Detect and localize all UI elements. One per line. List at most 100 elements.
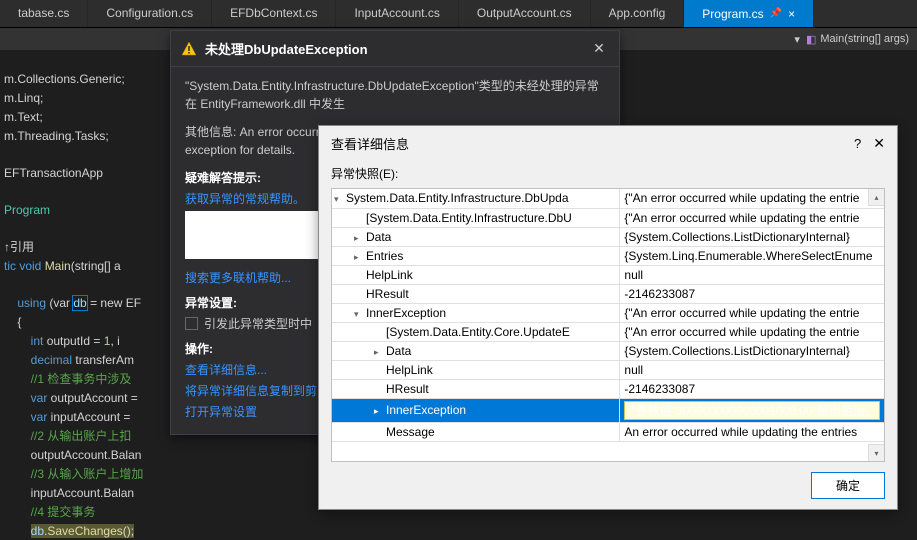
popup-header: 未处理DbUpdateException ✕ bbox=[171, 31, 619, 67]
code-line: decimal transferAm bbox=[4, 353, 134, 367]
tree-cell-name: [System.Data.Entity.Infrastructure.DbU bbox=[332, 208, 620, 227]
tree-cell-value: {"An error occurred while updating the e… bbox=[620, 208, 884, 227]
details-dialog: 查看详细信息 ? ✕ 异常快照(E): ▾System.Data.Entity.… bbox=[318, 125, 898, 510]
chevron-right-icon[interactable]: ▸ bbox=[374, 347, 386, 358]
tree-row[interactable]: ▸Data{System.Collections.ListDictionaryI… bbox=[332, 341, 884, 360]
tab-outputaccount[interactable]: OutputAccount.cs bbox=[459, 0, 591, 27]
breadcrumb-method[interactable]: ◧ Main(string[] args) bbox=[806, 33, 909, 46]
breadcrumb-dropdown[interactable]: ▾ bbox=[794, 33, 800, 46]
code-line: EFTransactionApp bbox=[4, 166, 103, 180]
method-icon: ◧ bbox=[806, 33, 816, 46]
tree-row[interactable]: ▸InnerException{"参数值"300000000000001000.… bbox=[332, 398, 884, 422]
tab-configuration[interactable]: Configuration.cs bbox=[88, 0, 212, 27]
pin-icon[interactable]: 📌 bbox=[770, 8, 782, 19]
code-line: ↑引用 bbox=[4, 240, 34, 254]
details-title-text: 查看详细信息 bbox=[331, 134, 854, 153]
tree-cell-name: HResult bbox=[332, 284, 620, 303]
tree-row[interactable]: MessageAn error occurred while updating … bbox=[332, 422, 884, 441]
code-line: //4 提交事务 bbox=[4, 505, 95, 519]
chevron-down-icon[interactable]: ▾ bbox=[354, 309, 366, 320]
tree-cell-value: {System.Linq.Enumerable.WhereSelectEnume bbox=[620, 246, 884, 265]
tree-cell-name: HelpLink bbox=[332, 360, 620, 379]
exception-tree-table: ▾System.Data.Entity.Infrastructure.DbUpd… bbox=[332, 189, 884, 442]
tree-cell-value: {"An error occurred while updating the e… bbox=[620, 322, 884, 341]
code-line: //3 从输入账户上增加 bbox=[4, 467, 143, 481]
exception-tree: ▾System.Data.Entity.Infrastructure.DbUpd… bbox=[331, 188, 885, 462]
tree-row[interactable]: HelpLinknull bbox=[332, 360, 884, 379]
tree-row[interactable]: [System.Data.Entity.Core.UpdateE{"An err… bbox=[332, 322, 884, 341]
code-line: outputAccount.Balan bbox=[4, 448, 141, 462]
code-line: int outputId = 1, i bbox=[4, 334, 120, 348]
tree-cell-name: ▸Data bbox=[332, 227, 620, 246]
warning-icon bbox=[181, 41, 197, 57]
tree-cell-value: {"An error occurred while updating the e… bbox=[620, 303, 884, 322]
tab-inputaccount[interactable]: InputAccount.cs bbox=[336, 0, 458, 27]
close-icon[interactable]: × bbox=[788, 7, 795, 21]
help-icon[interactable]: ? bbox=[854, 136, 861, 151]
tree-row[interactable]: [System.Data.Entity.Infrastructure.DbU{"… bbox=[332, 208, 884, 227]
tab-program[interactable]: Program.cs 📌 × bbox=[684, 0, 814, 27]
tree-cell-value: {System.Collections.ListDictionaryIntern… bbox=[620, 341, 884, 360]
tree-cell-value: null bbox=[620, 265, 884, 284]
tree-row[interactable]: ▾System.Data.Entity.Infrastructure.DbUpd… bbox=[332, 189, 884, 208]
tree-cell-value: An error occurred while updating the ent… bbox=[620, 422, 884, 441]
tree-cell-value: {"参数值"300000000000001000.00"超出范围。 bbox=[620, 398, 884, 422]
chevron-down-icon[interactable]: ▾ bbox=[334, 194, 346, 205]
tree-cell-name: ▸InnerException bbox=[332, 398, 620, 422]
tree-cell-value: {"An error occurred while updating the e… bbox=[620, 189, 884, 208]
code-line: m.Text; bbox=[4, 110, 43, 124]
tree-row[interactable]: HResult-2146233087 bbox=[332, 284, 884, 303]
tree-cell-name: ▸Entries bbox=[332, 246, 620, 265]
scroll-down-icon[interactable]: ▾ bbox=[868, 444, 884, 461]
code-line: inputAccount.Balan bbox=[4, 486, 134, 500]
tree-cell-name: [System.Data.Entity.Core.UpdateE bbox=[332, 322, 620, 341]
code-line: m.Linq; bbox=[4, 91, 43, 105]
tree-row[interactable]: HResult-2146233087 bbox=[332, 379, 884, 398]
code-line: using (var db = new EF bbox=[4, 296, 141, 310]
tree-cell-value: -2146233087 bbox=[620, 284, 884, 303]
code-line: m.Collections.Generic; bbox=[4, 72, 125, 86]
details-titlebar: 查看详细信息 ? ✕ bbox=[319, 126, 897, 161]
tree-row[interactable]: HelpLinknull bbox=[332, 265, 884, 284]
popup-title: 未处理DbUpdateException bbox=[205, 39, 581, 58]
code-line: tic void Main(string[] a bbox=[4, 259, 121, 273]
code-line: Program bbox=[4, 203, 50, 217]
chevron-right-icon[interactable]: ▸ bbox=[354, 233, 366, 244]
break-on-throw-label: 引发此异常类型时中 bbox=[204, 315, 312, 332]
tree-row[interactable]: ▸Data{System.Collections.ListDictionaryI… bbox=[332, 227, 884, 246]
tree-cell-name: HResult bbox=[332, 379, 620, 398]
ok-button[interactable]: 确定 bbox=[811, 472, 885, 499]
tree-row[interactable]: ▸Entries{System.Linq.Enumerable.WhereSel… bbox=[332, 246, 884, 265]
tree-cell-value: null bbox=[620, 360, 884, 379]
chevron-right-icon[interactable]: ▸ bbox=[374, 406, 386, 417]
tree-cell-name: ▸Data bbox=[332, 341, 620, 360]
popup-close-icon[interactable]: ✕ bbox=[589, 40, 609, 57]
tree-cell-name: ▾System.Data.Entity.Infrastructure.DbUpd… bbox=[332, 189, 620, 208]
code-line: db.SaveChanges(); bbox=[4, 524, 134, 538]
tab-database[interactable]: tabase.cs bbox=[0, 0, 88, 27]
tab-bar: tabase.cs Configuration.cs EFDbContext.c… bbox=[0, 0, 917, 28]
tree-cell-value: {System.Collections.ListDictionaryIntern… bbox=[620, 227, 884, 246]
tree-cell-value: -2146233087 bbox=[620, 379, 884, 398]
code-line: { bbox=[4, 315, 21, 329]
tree-cell-name: ▾InnerException bbox=[332, 303, 620, 322]
snapshot-label: 异常快照(E): bbox=[319, 161, 897, 188]
code-line: m.Threading.Tasks; bbox=[4, 129, 109, 143]
exception-description: "System.Data.Entity.Infrastructure.DbUpd… bbox=[185, 77, 605, 113]
tree-cell-name: HelpLink bbox=[332, 265, 620, 284]
scroll-up-icon[interactable]: ▴ bbox=[868, 189, 884, 206]
details-buttons: 确定 bbox=[319, 462, 897, 509]
tab-label: Program.cs bbox=[702, 7, 763, 21]
tree-row[interactable]: ▾InnerException{"An error occurred while… bbox=[332, 303, 884, 322]
break-on-throw-checkbox[interactable] bbox=[185, 317, 198, 330]
tab-appconfig[interactable]: App.config bbox=[591, 0, 685, 27]
method-name: Main(string[] args) bbox=[820, 33, 909, 45]
code-editor[interactable]: m.Collections.Generic; m.Linq; m.Text; m… bbox=[0, 50, 170, 540]
code-line: //1 检查事务中涉及 bbox=[4, 372, 131, 386]
code-line: var outputAccount = bbox=[4, 391, 138, 405]
tree-cell-name: Message bbox=[332, 422, 620, 441]
details-close-icon[interactable]: ✕ bbox=[873, 135, 885, 152]
tab-efdbcontext[interactable]: EFDbContext.cs bbox=[212, 0, 336, 27]
chevron-right-icon[interactable]: ▸ bbox=[354, 252, 366, 263]
code-line: var inputAccount = bbox=[4, 410, 134, 424]
